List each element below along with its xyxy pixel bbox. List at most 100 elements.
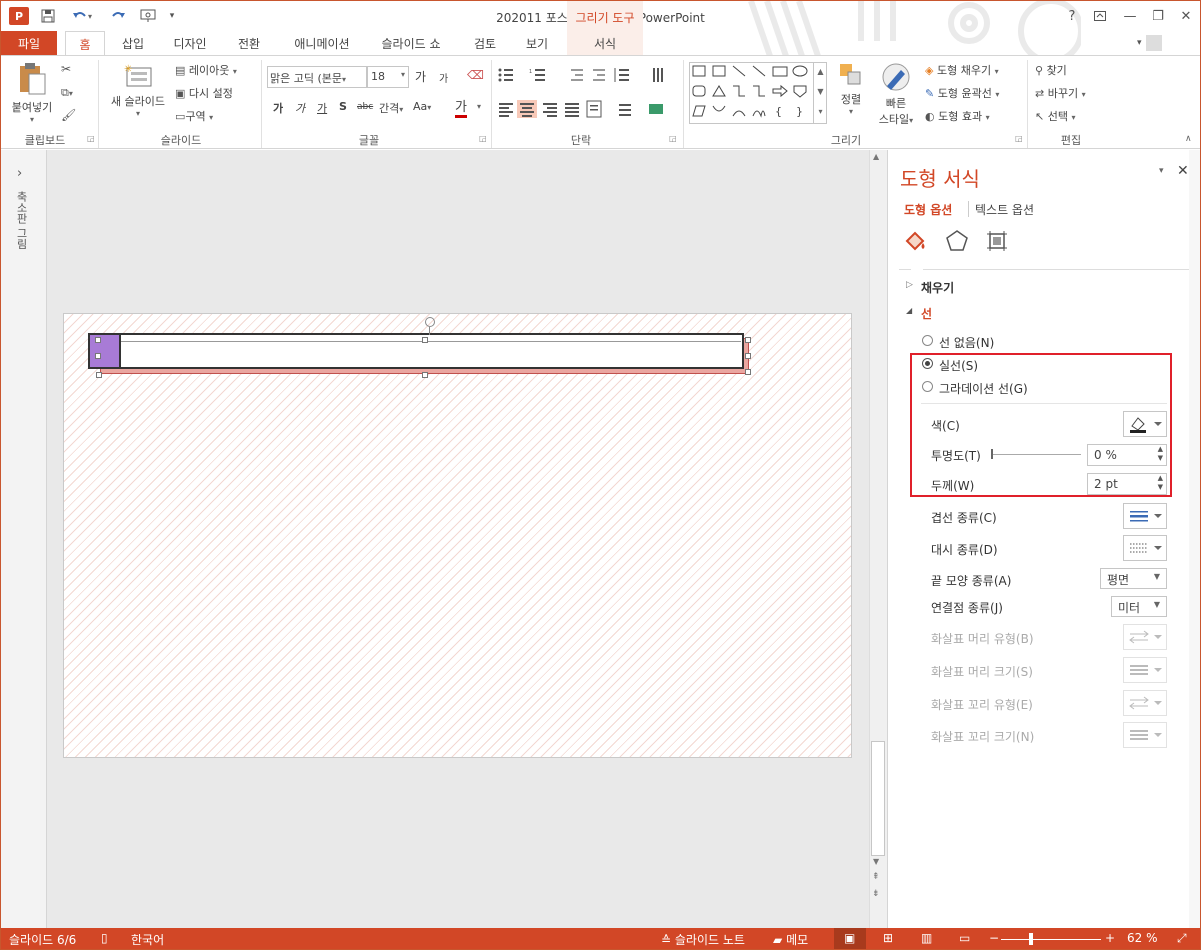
end-arrow-type-dropdown[interactable] bbox=[1123, 690, 1167, 716]
slide-sorter-icon[interactable]: ⊞ bbox=[883, 931, 893, 945]
compound-type-dropdown[interactable] bbox=[1123, 503, 1167, 529]
tab-design[interactable]: 디자인 bbox=[165, 31, 215, 55]
tab-shape-options[interactable]: 도형 옵션 bbox=[904, 201, 952, 218]
width-spinner[interactable]: 2 pt ▲ ▼ bbox=[1087, 473, 1167, 495]
outline-color-picker[interactable] bbox=[1123, 411, 1167, 437]
fill-line-icon[interactable] bbox=[903, 229, 929, 256]
transparency-spinner[interactable]: 0 % ▲ ▼ bbox=[1087, 444, 1167, 466]
collapse-line-icon[interactable]: ◢ bbox=[906, 306, 912, 315]
tab-home[interactable]: 홈 bbox=[65, 31, 105, 56]
resize-handle[interactable] bbox=[96, 372, 102, 378]
minimize-button[interactable]: — bbox=[1119, 5, 1141, 27]
new-slide-button[interactable]: ✳ 새 슬라이드 ▾ bbox=[105, 62, 171, 118]
replace-button[interactable]: ⇄ 바꾸기 ▾ bbox=[1035, 85, 1086, 101]
zoom-slider-thumb[interactable] bbox=[1029, 933, 1033, 945]
end-arrow-size-dropdown[interactable] bbox=[1123, 722, 1167, 748]
clear-formatting-icon[interactable]: ⌫ bbox=[467, 68, 484, 82]
ribbon-display-options-icon[interactable] bbox=[1089, 5, 1111, 27]
font-size-box[interactable]: 18 ▾ bbox=[367, 66, 409, 88]
radio-no-line[interactable] bbox=[922, 335, 933, 346]
find-button[interactable]: ⚲ 찾기 bbox=[1035, 62, 1067, 78]
resize-handle[interactable] bbox=[422, 372, 428, 378]
radio-gradient-line[interactable] bbox=[922, 381, 933, 392]
selected-shape[interactable] bbox=[88, 333, 744, 369]
scroll-up-icon[interactable]: ▲ bbox=[873, 152, 879, 161]
shadow-button[interactable]: S bbox=[339, 100, 347, 113]
begin-arrow-size-dropdown[interactable] bbox=[1123, 657, 1167, 683]
underline-button[interactable]: 가 bbox=[317, 100, 327, 116]
scroll-down-icon[interactable]: ▼ bbox=[873, 857, 879, 866]
next-slide-icon[interactable]: ⇟ bbox=[872, 889, 880, 899]
drawing-launcher-icon[interactable]: ◲ bbox=[1015, 134, 1023, 143]
zoom-out-button[interactable]: − bbox=[989, 931, 999, 945]
zoom-level[interactable]: 62 % bbox=[1127, 931, 1158, 945]
tab-view[interactable]: 보기 bbox=[517, 31, 557, 55]
tab-transitions[interactable]: 전환 bbox=[229, 31, 269, 55]
tab-file[interactable]: 파일 bbox=[1, 31, 57, 55]
format-painter-icon[interactable]: 🖌 bbox=[61, 108, 76, 122]
tab-insert[interactable]: 삽입 bbox=[113, 31, 153, 55]
shape-outline-button[interactable]: ✎ 도형 윤곽선 ▾ bbox=[925, 85, 999, 101]
help-icon[interactable]: ? bbox=[1061, 5, 1083, 27]
layout-button[interactable]: ▤ 레이아웃 ▾ bbox=[175, 62, 237, 78]
resize-handle[interactable] bbox=[745, 369, 751, 375]
language-indicator[interactable]: 한국어 bbox=[131, 931, 164, 948]
zoom-slider-track[interactable] bbox=[1001, 939, 1101, 940]
join-type-dropdown[interactable]: 미터 ▼ bbox=[1111, 596, 1167, 617]
scrollbar-thumb[interactable] bbox=[871, 741, 885, 856]
quick-styles-button[interactable]: 빠른 스타일▾ bbox=[871, 62, 921, 127]
select-button[interactable]: ↖ 선택 ▾ bbox=[1035, 108, 1075, 124]
strikethrough-button[interactable]: abc bbox=[357, 102, 373, 112]
tab-text-options[interactable]: 텍스트 옵션 bbox=[975, 201, 1034, 218]
purple-accent-block[interactable] bbox=[88, 333, 121, 369]
restore-button[interactable]: ❐ bbox=[1147, 5, 1169, 27]
fit-to-window-icon[interactable]: ⤢ bbox=[1177, 931, 1187, 946]
resize-handle[interactable] bbox=[95, 353, 101, 359]
size-properties-icon[interactable] bbox=[985, 229, 1009, 256]
font-color-dropdown-icon[interactable]: ▾ bbox=[477, 102, 481, 111]
shape-effects-button[interactable]: ◐ 도형 효과 ▾ bbox=[925, 108, 990, 124]
spellcheck-icon[interactable]: ▯ bbox=[101, 931, 108, 945]
italic-button[interactable]: 가 bbox=[295, 100, 305, 116]
tab-format[interactable]: 서식 bbox=[567, 31, 643, 55]
section-button[interactable]: ▭구역 ▾ bbox=[175, 108, 213, 124]
transparency-slider-track[interactable] bbox=[991, 454, 1081, 455]
slide-canvas[interactable] bbox=[63, 313, 852, 758]
radio-solid-line[interactable] bbox=[922, 358, 933, 369]
comments-button[interactable]: ▰ 메모 bbox=[773, 931, 808, 948]
slideshow-view-icon[interactable]: ▭ bbox=[959, 931, 970, 945]
dash-type-dropdown[interactable] bbox=[1123, 535, 1167, 561]
notes-button[interactable]: ≙ 슬라이드 노트 bbox=[661, 931, 745, 948]
grow-font-button[interactable]: 가 bbox=[415, 68, 426, 85]
tab-slideshow[interactable]: 슬라이드 쇼 bbox=[373, 31, 449, 55]
bold-button[interactable]: 가 bbox=[273, 100, 283, 116]
shrink-font-button[interactable]: 가 bbox=[439, 70, 448, 85]
expand-thumbnails-icon[interactable]: › bbox=[17, 166, 22, 181]
collapse-ribbon-icon[interactable]: ∧ bbox=[1185, 134, 1192, 144]
close-button[interactable]: ✕ bbox=[1175, 5, 1197, 27]
expand-fill-icon[interactable]: ▷ bbox=[906, 280, 913, 290]
cap-type-dropdown[interactable]: 평면 ▼ bbox=[1100, 568, 1167, 589]
tab-animations[interactable]: 애니메이션 bbox=[285, 31, 359, 55]
resize-handle[interactable] bbox=[745, 353, 751, 359]
tab-review[interactable]: 검토 bbox=[465, 31, 505, 55]
shapes-gallery-scroll[interactable]: ▲ ▼ ▾ bbox=[813, 62, 827, 124]
shape-fill-button[interactable]: ◈ 도형 채우기 ▾ bbox=[925, 62, 999, 78]
paragraph-launcher-icon[interactable]: ◲ bbox=[669, 134, 677, 143]
transparency-slider-thumb[interactable] bbox=[991, 449, 993, 459]
begin-arrow-type-dropdown[interactable] bbox=[1123, 624, 1167, 650]
font-color-button[interactable]: 가 bbox=[455, 96, 467, 118]
spinner-arrows-icon[interactable]: ▲ ▼ bbox=[1158, 445, 1163, 463]
section-line[interactable]: 선 bbox=[921, 305, 932, 322]
account-area[interactable]: ▾ bbox=[1137, 33, 1197, 53]
previous-slide-icon[interactable]: ⇞ bbox=[872, 872, 880, 882]
effects-pentagon-icon[interactable] bbox=[945, 229, 969, 256]
clipboard-launcher-icon[interactable]: ◲ bbox=[87, 134, 95, 143]
pane-options-icon[interactable]: ▾ bbox=[1159, 166, 1164, 176]
rotate-handle-icon[interactable] bbox=[425, 317, 435, 327]
reading-view-icon[interactable]: ▥ bbox=[921, 931, 932, 945]
zoom-in-button[interactable]: + bbox=[1105, 931, 1115, 945]
pane-scrollbar[interactable] bbox=[1189, 150, 1200, 928]
character-spacing-button[interactable]: 간격▾ bbox=[379, 100, 403, 116]
spinner-arrows-icon[interactable]: ▲ ▼ bbox=[1158, 474, 1163, 492]
